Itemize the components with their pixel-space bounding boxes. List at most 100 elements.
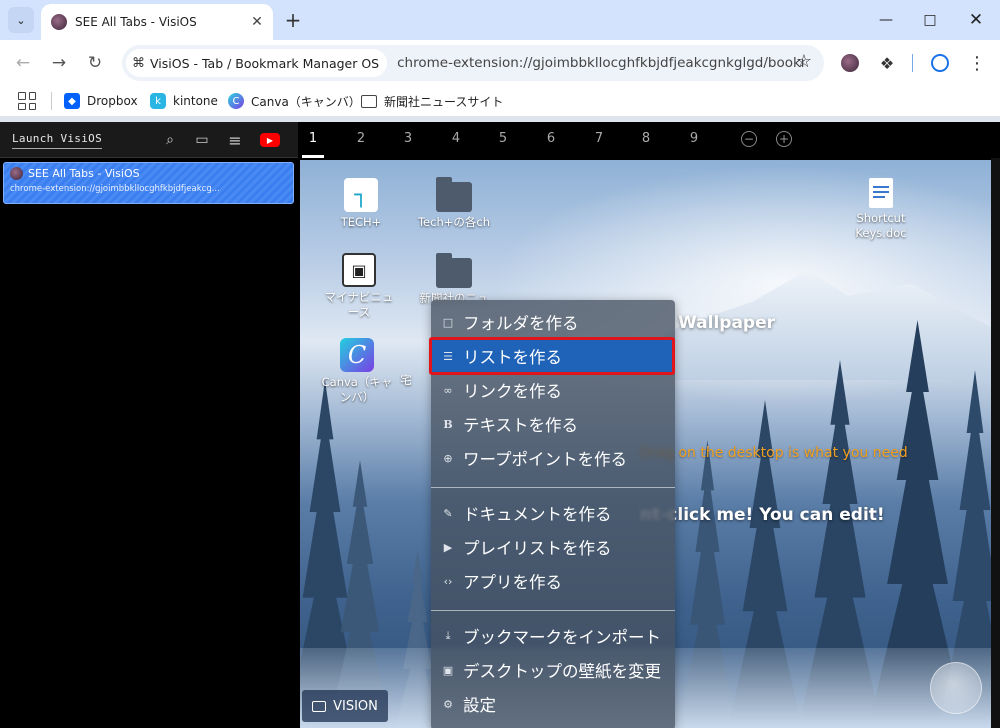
bookmark-star-icon[interactable]: ☆ (796, 51, 812, 72)
browser-tab-active[interactable]: SEE All Tabs - VisiOS ✕ (41, 4, 273, 40)
tab-title: SEE All Tabs - VisiOS (75, 15, 197, 29)
bookmarks-divider (51, 92, 52, 110)
menu-separator (431, 487, 675, 488)
apps-grid-icon[interactable] (18, 92, 36, 110)
hamburger-menu-icon[interactable]: ≡ (225, 131, 245, 150)
menu-separator (431, 610, 675, 611)
menu-item-label: 設定 (463, 696, 496, 715)
visios-extension-icon[interactable] (839, 52, 861, 74)
reload-icon[interactable]: ↻ (81, 49, 109, 77)
desktop-icon-label: Shortcut Keys.doc (855, 211, 907, 240)
corner-avatar-icon[interactable] (930, 662, 982, 714)
desktop-icon-mynavi-news[interactable]: ▣ マイナビニュ ース (318, 253, 400, 320)
desktop-icon-partial[interactable]: 宅 (386, 370, 426, 388)
profile-avatar-icon[interactable] (929, 52, 951, 74)
kintone-icon: k (150, 93, 166, 109)
back-arrow-icon[interactable]: ← (9, 49, 37, 77)
sidebar-tab-item[interactable]: SEE All Tabs - VisiOS chrome-extension:/… (3, 162, 294, 204)
vision-button[interactable]: VISION (302, 690, 388, 722)
desktop-tab-4[interactable]: 4 (446, 131, 466, 146)
sidebar-tab-title: SEE All Tabs - VisiOS (28, 167, 140, 180)
folder-icon (436, 253, 472, 288)
bookmark-kintone[interactable]: k kintone (150, 91, 218, 111)
right-click-hint-text[interactable]: nt-click me! You can edit! (640, 505, 885, 525)
extensions-puzzle-icon[interactable]: ❖ (876, 52, 898, 74)
bookmarks-bar: ◆ Dropbox k kintone C Canva（キャンバ） 新聞社ニュー… (0, 86, 1000, 116)
youtube-icon[interactable]: ▶ (260, 133, 280, 147)
sidebar-header: Launch VisiOS ⌕ ▭ ≡ ▶ (0, 122, 298, 158)
dropbox-icon: ◆ (64, 93, 80, 109)
zoom-in-icon[interactable]: + (776, 131, 792, 147)
folder-icon: □ (442, 315, 454, 329)
folder-icon[interactable]: ▭ (192, 131, 212, 149)
menu-item-label: ドキュメントを作る (463, 505, 612, 524)
bookmark-canva[interactable]: C Canva（キャンバ） (228, 91, 361, 111)
bookmark-label: 新聞社ニュースサイト (384, 94, 504, 109)
desktop-tab-2[interactable]: 2 (351, 131, 371, 146)
menu-create-text[interactable]: B テキストを作る (431, 407, 675, 441)
visios-sidebar: Launch VisiOS ⌕ ▭ ≡ ▶ SEE All Tabs - Vis… (0, 122, 298, 728)
settings-icon: ⚙ (443, 697, 453, 711)
bookmark-label: kintone (173, 94, 218, 108)
menu-create-link[interactable]: ∞ リンクを作る (431, 373, 675, 407)
desktop-tab-9[interactable]: 9 (684, 131, 704, 146)
toolbar-divider (912, 54, 913, 72)
tab-close-icon[interactable]: ✕ (247, 12, 267, 32)
zoom-out-icon[interactable]: − (741, 131, 757, 147)
maximize-icon[interactable]: □ (915, 6, 945, 34)
drag-hint-text: Drag on the desktop is what you need (640, 445, 908, 461)
sidebar-tab-url: chrome-extension://gjoimbbkllocghfkbjdfj… (10, 184, 220, 194)
vision-button-label: VISION (333, 698, 378, 714)
desktop-icon-tech-plus[interactable]: ┐ TECH+ (320, 178, 402, 230)
folder-icon (436, 177, 472, 212)
desktop-tab-3[interactable]: 3 (398, 131, 418, 146)
desktop-number-tabs: 1 2 3 4 5 6 7 8 9 − + (298, 122, 991, 158)
menu-change-wallpaper[interactable]: ▣ デスクトップの壁紙を変更 (431, 653, 675, 687)
code-icon: ‹› (443, 574, 453, 588)
desktop-icon-tech-channels[interactable]: Tech+の各ch (413, 177, 495, 230)
bookmark-label: Canva（キャンバ） (251, 94, 361, 109)
menu-create-document[interactable]: ✎ ドキュメントを作る (431, 496, 675, 530)
import-icon: ⤓ (445, 629, 451, 642)
extension-puzzle-icon: ⌘ (132, 55, 145, 71)
desktop-area[interactable]: ┐ TECH+ Tech+の各ch ▣ マイナビニュ ース 新聞社のニュ C C… (300, 160, 991, 728)
desktop-tab-8[interactable]: 8 (636, 131, 656, 146)
desktop-tab-1[interactable]: 1 (303, 131, 323, 146)
desktop-tab-6[interactable]: 6 (541, 131, 561, 146)
new-tab-plus-icon[interactable]: + (281, 8, 305, 32)
menu-kebab-icon[interactable]: ⋮ (966, 52, 988, 74)
menu-import-bookmarks[interactable]: ⤓ ブックマークをインポート (431, 619, 675, 653)
visios-favicon-icon (10, 167, 23, 180)
menu-item-label: アプリを作る (463, 573, 562, 592)
minimize-icon[interactable]: — (871, 6, 901, 34)
desktop-tab-5[interactable]: 5 (493, 131, 513, 146)
tab-search-chevron-icon[interactable]: ⌄ (8, 7, 34, 33)
context-menu: □ フォルダを作る ☰ リストを作る ∞ リンクを作る B テキストを作る ⊕ … (429, 300, 675, 728)
launch-visios-button[interactable]: Launch VisiOS (12, 132, 102, 149)
red-highlight-box (429, 337, 675, 375)
menu-create-app[interactable]: ‹› アプリを作る (431, 564, 675, 598)
menu-create-warp-point[interactable]: ⊕ ワープポイントを作る (431, 441, 675, 475)
document-icon (869, 178, 893, 208)
forward-arrow-icon[interactable]: → (45, 49, 73, 77)
globe-icon: ⊕ (443, 451, 453, 465)
desktop-icon-shortcut-keys[interactable]: Shortcut Keys.doc (840, 178, 922, 241)
url-text: chrome-extension://gjoimbbkllocghfkbjdfj… (397, 55, 806, 71)
active-desktop-indicator (302, 155, 324, 158)
menu-item-label: ワープポイントを作る (463, 450, 628, 469)
bookmark-dropbox[interactable]: ◆ Dropbox (64, 91, 138, 111)
bookmark-folder-news[interactable]: 新聞社ニュースサイト (361, 91, 503, 111)
site-info-chip[interactable]: ⌘ VisiOS - Tab / Bookmark Manager OS (126, 49, 388, 77)
menu-create-playlist[interactable]: ▶ プレイリストを作る (431, 530, 675, 564)
scrollbar[interactable] (991, 158, 1000, 728)
address-bar[interactable]: ⌘ VisiOS - Tab / Bookmark Manager OS chr… (122, 45, 824, 81)
desktop-icon-label: マイナビニュ ース (324, 290, 394, 319)
desktop-icon-news-folder[interactable]: 新聞社のニュ (413, 253, 495, 306)
menu-settings[interactable]: ⚙ 設定 (431, 687, 675, 721)
menu-create-folder[interactable]: □ フォルダを作る (431, 305, 675, 339)
desktop-tab-7[interactable]: 7 (589, 131, 609, 146)
search-icon[interactable]: ⌕ (160, 131, 180, 149)
menu-item-label: フォルダを作る (463, 314, 579, 333)
mynavi-robot-icon: ▣ (342, 253, 376, 287)
window-close-icon[interactable]: ✕ (961, 6, 991, 34)
